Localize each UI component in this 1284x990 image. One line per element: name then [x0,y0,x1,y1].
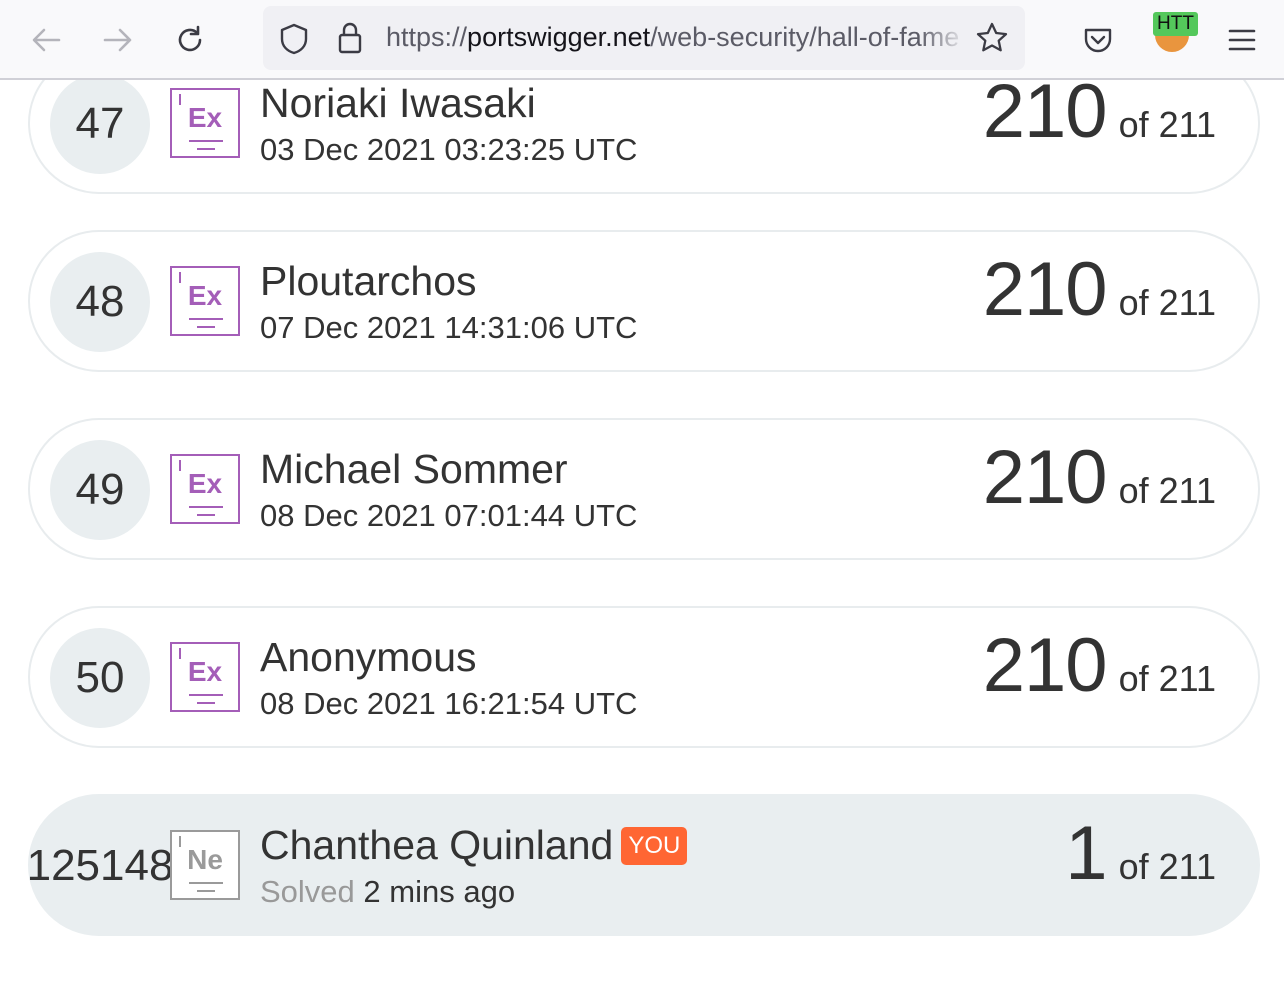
completion-date: 08 Dec 2021 07:01:44 UTC [260,498,638,533]
score: 210 of 211 [983,80,1216,155]
url-scheme: https:// [386,22,468,52]
arrow-right-icon [103,28,132,52]
player-name[interactable]: Anonymous [260,634,477,681]
leaderboard-row: 47 Ex Noriaki Iwasaki 03 Dec 2021 03:23:… [28,80,1260,194]
rank-number: 47 [50,80,150,174]
leaderboard-row: 49 Ex Michael Sommer 08 Dec 2021 07:01:4… [28,418,1260,560]
score-total: of 211 [1118,846,1216,887]
solved-time: 2 mins ago [363,874,516,909]
rank-number: 48 [50,252,150,352]
level-badge-icon: Ne [170,830,240,900]
player-name[interactable]: Michael Sommer [260,446,568,493]
rank-number: 125148 [26,841,174,890]
url-bar[interactable]: https://portswigger.net/web-security/hal… [263,6,1025,70]
arrow-left-icon [32,28,61,52]
score-value: 210 [982,247,1108,332]
back-button[interactable] [20,14,72,66]
player-name[interactable]: Ploutarchos [260,258,477,305]
score: 210 of 211 [983,622,1216,709]
pocket-button[interactable] [1072,14,1124,66]
score-total: of 211 [1118,470,1216,511]
rank-number: 49 [50,440,150,540]
url-path: /web-security/hall-of-fame [650,22,960,52]
solved-info: Solved 2 mins ago [260,874,515,910]
score-value: 210 [982,80,1108,154]
extension-badge: HTT [1153,12,1198,36]
player-name-wrap: Chanthea Quinland YOU [260,822,688,869]
forward-button[interactable] [92,14,144,66]
score-value: 210 [982,623,1108,708]
completion-date: 07 Dec 2021 14:31:06 UTC [260,310,638,345]
score-value: 210 [982,435,1108,520]
leaderboard-row: 50 Ex Anonymous 08 Dec 2021 16:21:54 UTC… [28,606,1260,748]
score-total: of 211 [1118,658,1216,699]
level-badge-icon: Ex [170,642,240,712]
level-badge-icon: Ex [170,454,240,524]
shield-icon [280,23,308,55]
rank-number: 50 [50,628,150,728]
menu-button[interactable] [1216,14,1268,66]
reload-button[interactable] [164,14,216,66]
you-badge: YOU [621,827,688,865]
score-value: 1 [1065,811,1107,896]
url-text[interactable]: https://portswigger.net/web-security/hal… [386,22,966,53]
level-badge-icon: Ex [170,88,240,158]
solved-label: Solved [260,874,355,909]
completion-date: 03 Dec 2021 03:23:25 UTC [260,132,638,167]
score: 1 of 211 [1065,810,1216,897]
browser-toolbar: https://portswigger.net/web-security/hal… [0,0,1284,80]
leaderboard-row: 48 Ex Ploutarchos 07 Dec 2021 14:31:06 U… [28,230,1260,372]
star-icon[interactable] [975,21,1009,55]
pocket-icon [1084,28,1112,53]
player-name[interactable]: Chanthea Quinland [260,822,613,868]
score-total: of 211 [1118,282,1216,323]
lock-icon [338,22,362,54]
player-name[interactable]: Noriaki Iwasaki [260,80,536,127]
score: 210 of 211 [983,246,1216,333]
current-user-row: 125148 Ne Chanthea Quinland YOU Solved 2 … [26,794,1260,936]
hall-of-fame-list: 47 Ex Noriaki Iwasaki 03 Dec 2021 03:23:… [0,80,1284,990]
score: 210 of 211 [983,434,1216,521]
score-total: of 211 [1118,104,1216,145]
level-badge-icon: Ex [170,266,240,336]
hamburger-menu-icon [1228,29,1256,51]
url-host: portswigger.net [467,22,651,52]
reload-icon [178,25,202,52]
completion-date: 08 Dec 2021 16:21:54 UTC [260,686,638,721]
